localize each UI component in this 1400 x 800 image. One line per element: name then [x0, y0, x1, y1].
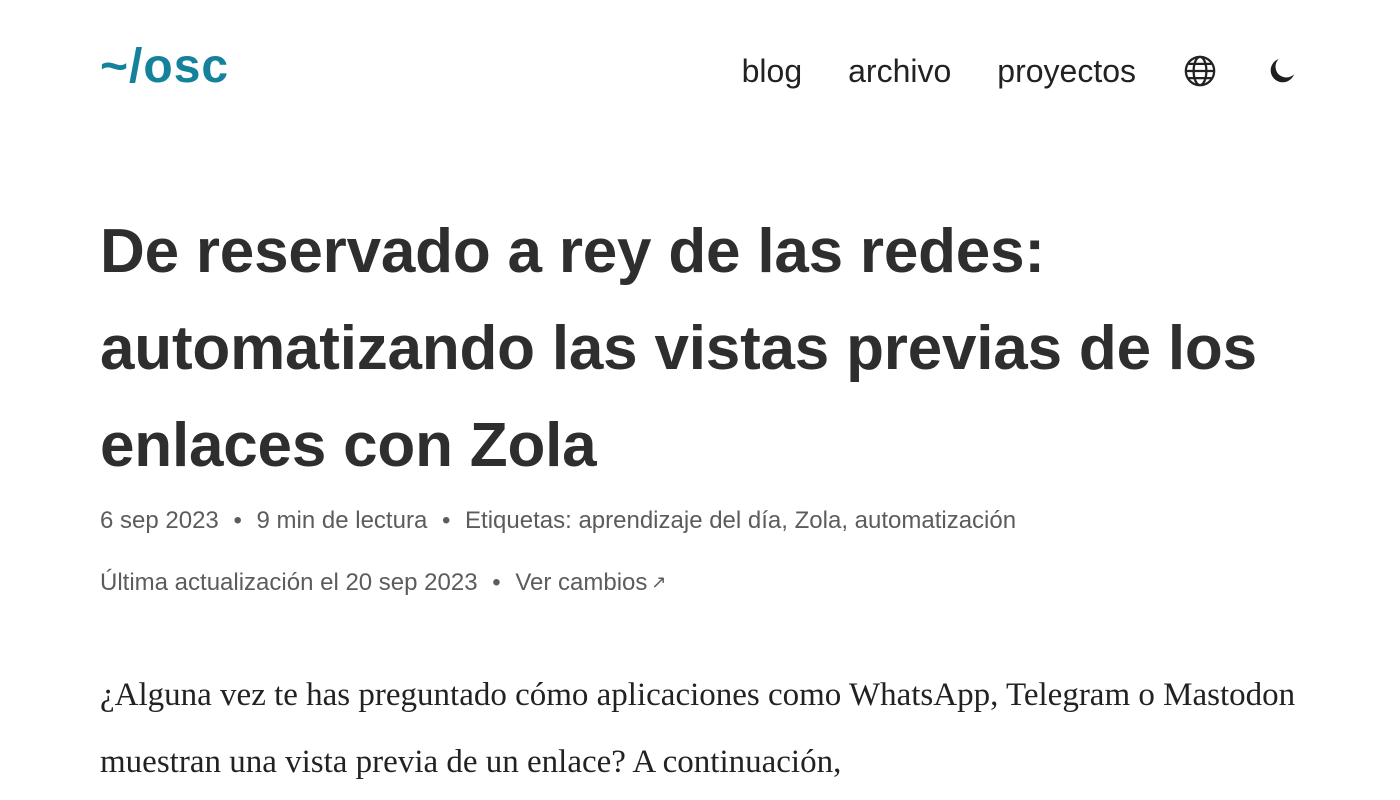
main-nav: blog archivo proyectos: [742, 53, 1300, 89]
meta-separator: •: [233, 507, 242, 534]
post-date: 6 sep 2023: [100, 507, 219, 534]
tag-separator: ,: [781, 507, 795, 534]
post-title: De reservado a rey de las redes: automat…: [100, 217, 1257, 480]
external-link-icon: ↗: [651, 572, 667, 592]
view-changes-label: Ver cambios: [515, 569, 648, 596]
meta-separator: •: [441, 507, 451, 534]
tag-link[interactable]: Zola: [795, 507, 842, 534]
nav-archive-link[interactable]: archivo: [848, 55, 951, 87]
tag-link[interactable]: automatización: [855, 507, 1016, 534]
post-meta: 6 sep 2023 • 9 min de lectura • Etiqueta…: [100, 509, 1300, 533]
nav-projects-link[interactable]: proyectos: [997, 55, 1136, 87]
meta-separator: •: [492, 569, 501, 596]
globe-icon[interactable]: [1182, 53, 1218, 89]
moon-icon[interactable]: [1264, 53, 1300, 89]
tag-link[interactable]: aprendizaje del día: [578, 507, 781, 534]
nav-blog-link[interactable]: blog: [742, 55, 803, 87]
post-intro-paragraph: ¿Alguna vez te has preguntado cómo aplic…: [100, 677, 1296, 780]
reading-time: 9 min de lectura: [256, 507, 428, 534]
last-updated: Última actualización el 20 sep 2023: [100, 569, 478, 596]
tag-separator: ,: [841, 507, 855, 534]
tags-label: Etiquetas:: [465, 507, 579, 534]
view-changes-link[interactable]: Ver cambios ↗: [515, 569, 666, 596]
post-updated-meta: Última actualización el 20 sep 2023 • Ve…: [100, 571, 1300, 595]
site-logo[interactable]: ~/osc: [100, 43, 229, 91]
site-header: ~/osc blog archivo proyectos: [100, 36, 1300, 106]
